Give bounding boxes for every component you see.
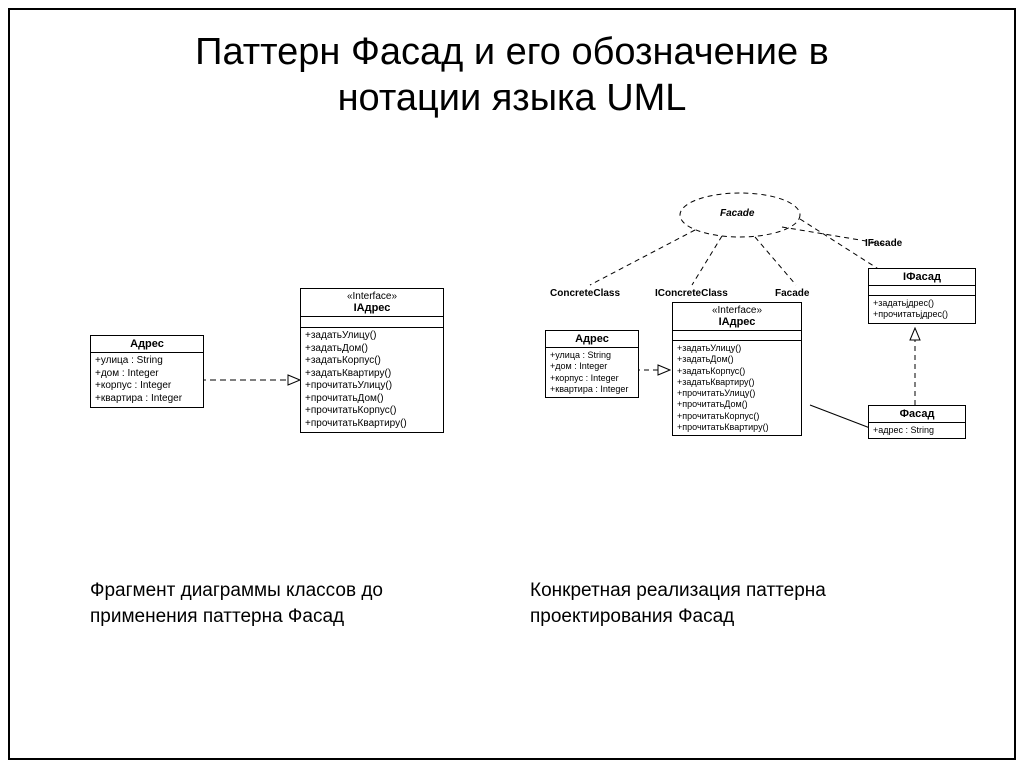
label-facade: Facade bbox=[775, 288, 809, 299]
class-name: Адрес bbox=[130, 338, 164, 350]
stereotype: «Interface» bbox=[305, 291, 439, 302]
class-attrs: +улица : String +дом : Integer +корпус :… bbox=[91, 353, 203, 407]
class-attrs: +адрес : String bbox=[869, 423, 965, 438]
class-ops: +задатьjдрес() +прочитатьjдрес() bbox=[869, 296, 975, 323]
class-iadres-left: «Interface» IАдрес +задатьУлицу() +задат… bbox=[300, 288, 444, 433]
title-line-1: Паттерн Фасад и его обозначение в bbox=[195, 31, 829, 73]
class-iadres-right: «Interface» IАдрес +задатьУлицу() +задат… bbox=[672, 302, 802, 436]
class-ops: +задатьУлицу() +задатьДом() +задатьКорпу… bbox=[301, 328, 443, 432]
class-name: IАдрес bbox=[719, 316, 756, 328]
class-name: Адрес bbox=[575, 333, 609, 345]
class-adres-right: Адрес +улица : String +дом : Integer +ко… bbox=[545, 330, 639, 398]
caption-right: Конкретная реализация паттерна проектиро… bbox=[530, 578, 930, 629]
label-iconcreteclass: IConcreteClass bbox=[655, 288, 728, 299]
class-adres-left: Адрес +улица : String +дом : Integer +ко… bbox=[90, 335, 204, 408]
page-title: Паттерн Фасад и его обозначение в нотаци… bbox=[10, 30, 1014, 121]
stereotype: «Interface» bbox=[677, 305, 797, 316]
class-facade: Фасад +адрес : String bbox=[868, 405, 966, 439]
class-name: Фасад bbox=[900, 408, 935, 420]
class-name: IФасад bbox=[903, 271, 941, 283]
label-ifacade: IFacade bbox=[865, 238, 902, 249]
class-ifacade: IФасад +задатьjдрес() +прочитатьjдрес() bbox=[868, 268, 976, 324]
title-line-2: нотации языка UML bbox=[338, 77, 687, 119]
class-attrs: +улица : String +дом : Integer +корпус :… bbox=[546, 348, 638, 397]
class-name: IАдрес bbox=[354, 302, 391, 314]
label-concreteclass: ConcreteClass bbox=[550, 288, 620, 299]
class-ops: +задатьУлицу() +задатьДом() +задатьКорпу… bbox=[673, 341, 801, 435]
caption-left: Фрагмент диаграммы классов до применения… bbox=[90, 578, 460, 629]
cloud-facade-label: Facade bbox=[720, 208, 754, 219]
